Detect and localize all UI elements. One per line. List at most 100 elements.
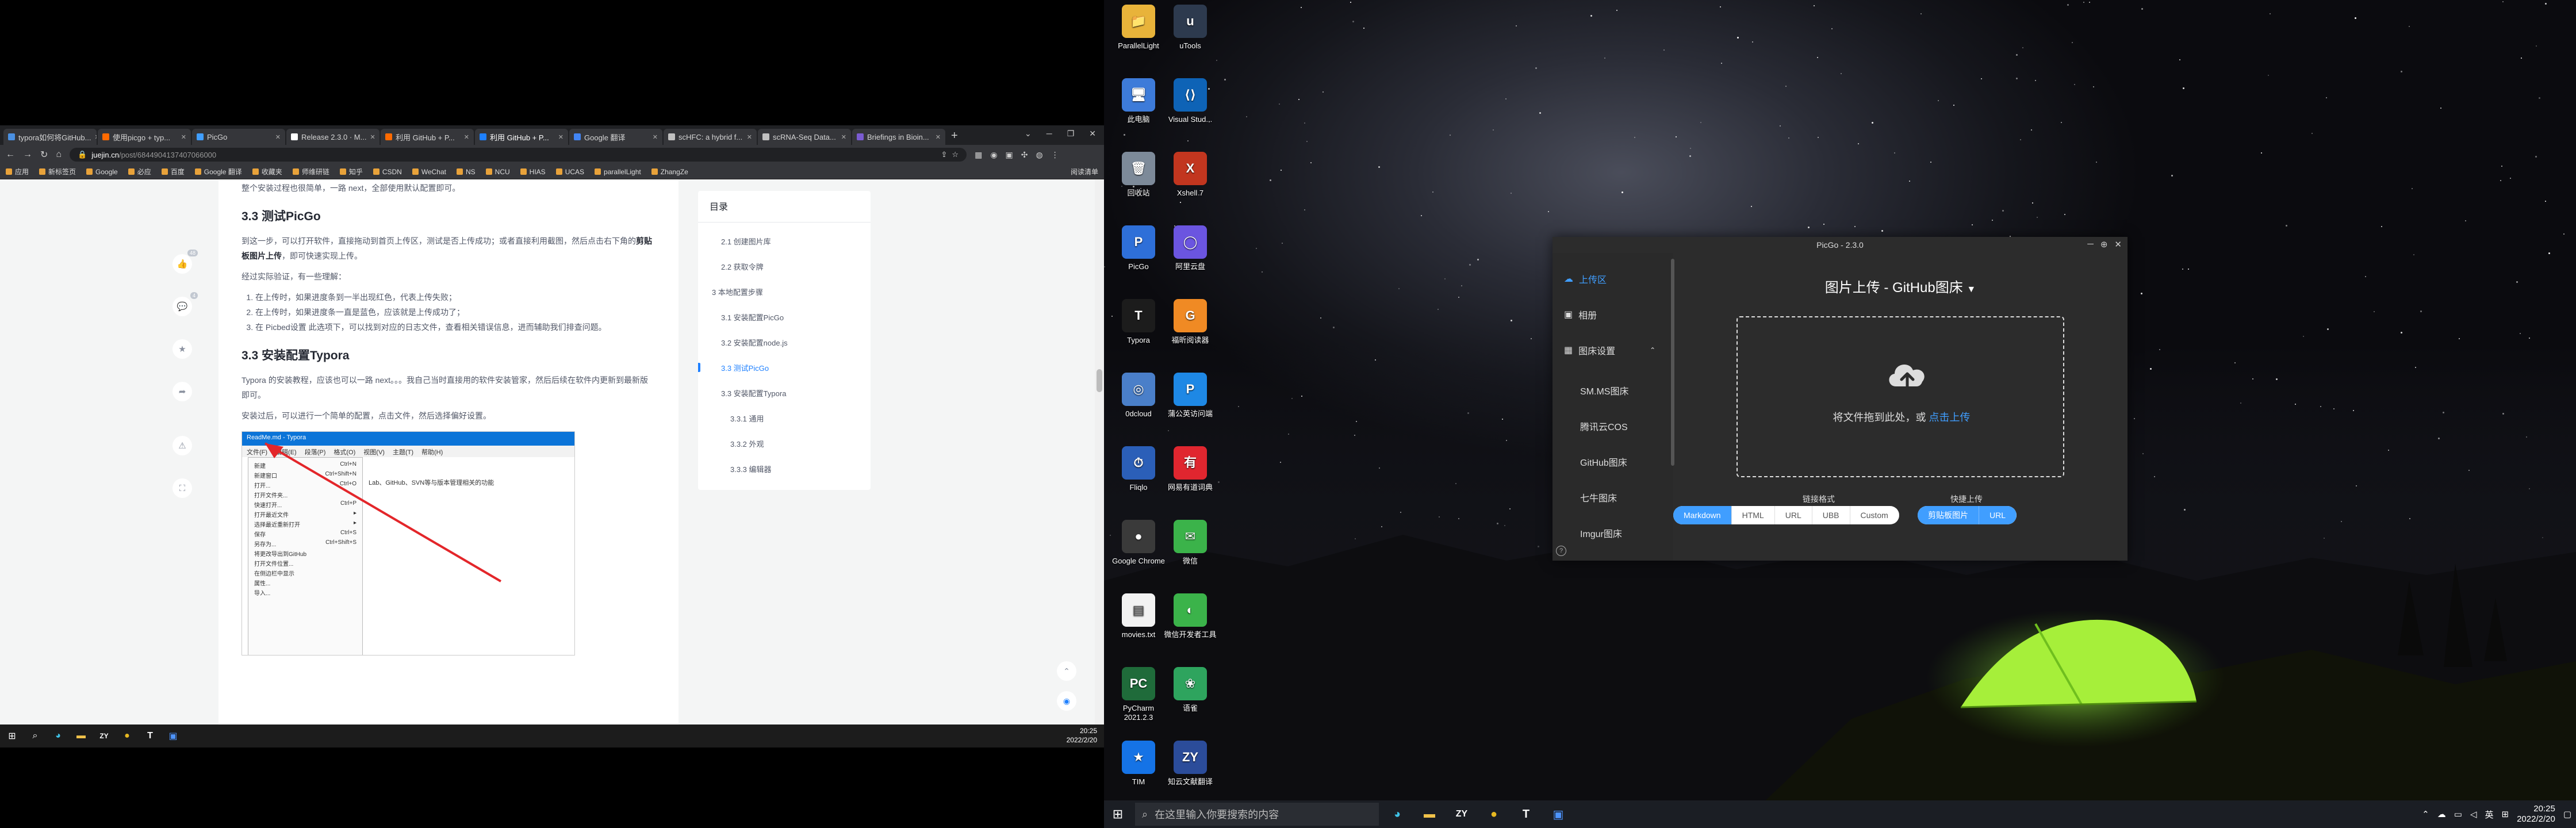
desktop-icon[interactable]: G 福昕阅读器 — [1163, 299, 1218, 345]
input-icon[interactable]: ⊞ — [2502, 809, 2509, 819]
bookmark-item[interactable]: 收藏夹 — [252, 167, 282, 177]
picgo-nav-item[interactable]: 腾讯云COS — [1580, 417, 1628, 435]
tab-close-icon[interactable]: ✕ — [181, 133, 186, 141]
format-option[interactable]: Markdown — [1673, 506, 1732, 524]
toc-item[interactable]: 3.3 测试PicGo — [698, 355, 871, 380]
bookmark-item[interactable]: 新标签页 — [39, 167, 76, 177]
browser-tab[interactable]: typora如何将GitHub...✕ — [3, 129, 97, 145]
search-icon[interactable]: ⌕ — [26, 727, 44, 745]
share-button[interactable]: ➦ — [172, 382, 192, 401]
bookmark-item[interactable]: Google 翻译 — [194, 167, 242, 177]
desktop-icon[interactable]: P 蒲公英访问端 — [1163, 373, 1218, 419]
scrollbar-thumb[interactable] — [1097, 369, 1102, 392]
reload-icon[interactable]: ↻ — [40, 149, 48, 160]
share-icon[interactable]: ⇪ — [941, 150, 948, 159]
back-icon[interactable]: ← — [6, 150, 15, 160]
home-icon[interactable]: ⌂ — [56, 150, 62, 160]
browser-tab[interactable]: PicGo ✕ — [192, 129, 285, 145]
picgo-nav-item[interactable]: GitHub图床 — [1580, 453, 1627, 470]
toc-item[interactable]: 3.2 安装配置node.js — [698, 329, 871, 355]
browser-tab[interactable]: 使用picgo + typ... ✕ — [98, 129, 191, 145]
comment-button[interactable]: 💬 4 — [172, 292, 198, 316]
start-button[interactable]: ⊞ — [1104, 800, 1132, 828]
minimize-icon[interactable]: ─ — [2087, 239, 2094, 250]
tab-close-icon[interactable]: ✕ — [841, 133, 846, 141]
desktop-icon[interactable]: T Typora — [1111, 299, 1166, 345]
bookmark-item[interactable]: HIAS — [520, 167, 546, 177]
desktop-icon[interactable]: ⟨⟩ Visual Stud... — [1163, 78, 1218, 124]
volume-icon[interactable]: ◁ — [2470, 809, 2477, 819]
picgo-nav-item[interactable]: ▦ 图床设置 ⌃ — [1564, 342, 1655, 359]
notification-icon[interactable]: ▢ — [2563, 809, 2571, 819]
cloud-tray-icon[interactable]: ☁ — [2437, 809, 2446, 819]
click-upload-link[interactable]: 点击上传 — [1929, 412, 1971, 423]
desktop-icon[interactable]: ZY 知云文献翻译 — [1163, 741, 1218, 787]
restore-icon[interactable]: ❐ — [1067, 129, 1075, 139]
desktop-icon[interactable]: ❀ 语雀 — [1163, 667, 1218, 713]
browser-tab[interactable]: 利用 GitHub + P... ✕ — [475, 129, 568, 145]
tab-close-icon[interactable]: ✕ — [653, 133, 658, 141]
typora-icon[interactable]: T — [1512, 800, 1540, 828]
like-button[interactable]: 👍 48 — [172, 250, 198, 274]
tray-chevron-icon[interactable]: ⌃ — [2422, 809, 2429, 819]
browser-tab[interactable]: Release 2.3.0 · M... ✕ — [286, 129, 379, 145]
desktop-icon[interactable]: 🖥 此电脑 — [1111, 78, 1166, 124]
picgo-nav-item[interactable]: 七牛图床 — [1580, 489, 1617, 506]
extension-icon[interactable]: ▦ — [975, 150, 982, 160]
bookmark-star-icon[interactable]: ☆ — [952, 150, 959, 159]
browser-tab[interactable]: Briefings in Bioin... ✕ — [852, 129, 945, 145]
toc-item[interactable]: 3.3.3 编辑器 — [698, 456, 871, 481]
edge-icon[interactable]: ◕ — [1383, 800, 1411, 828]
browser-tab[interactable]: 利用 GitHub + P... ✕ — [381, 129, 474, 145]
favorite-button[interactable]: ★ — [172, 339, 192, 359]
picgo-nav-item[interactable]: ▣ 相册 — [1564, 306, 1597, 323]
desktop-icon[interactable]: ✉ 微信 — [1163, 520, 1218, 566]
format-option[interactable]: Custom — [1850, 506, 1899, 524]
help-icon[interactable]: ? — [1556, 546, 1566, 556]
bookmark-item[interactable]: CSDN — [373, 167, 402, 177]
typora-icon[interactable]: T — [141, 727, 159, 745]
taskbar-search[interactable]: ⌕ 在这里输入你要搜索的内容 — [1135, 803, 1379, 826]
bookmark-item[interactable]: 百度 — [161, 167, 185, 177]
chrome-icon[interactable]: ● — [118, 727, 136, 745]
upload-heading[interactable]: 图片上传 - GitHub图床 ▼ — [1673, 276, 2128, 296]
new-tab-button[interactable]: + — [951, 129, 958, 143]
network-icon[interactable]: ▭ — [2454, 809, 2462, 819]
desktop-icon[interactable]: ◯ 阿里云盘 — [1163, 225, 1218, 271]
file-explorer-icon[interactable]: ▬ — [72, 727, 90, 745]
toc-item[interactable]: 3 本地配置步骤 — [698, 279, 871, 304]
bookmark-item[interactable]: Google — [86, 167, 118, 177]
bookmark-item[interactable]: NS — [457, 167, 476, 177]
desktop-icon[interactable]: u uTools — [1163, 5, 1218, 51]
page-scrollbar[interactable] — [1095, 179, 1104, 724]
quick-upload-button[interactable]: URL — [1979, 506, 2017, 524]
zhiyun-icon[interactable]: ZY — [95, 727, 113, 745]
browser-tab[interactable]: scRNA-Seq Data... ✕ — [758, 129, 851, 145]
bookmark-item[interactable]: parallelLight — [595, 167, 641, 177]
ime-indicator[interactable]: 英 — [2485, 808, 2493, 821]
close-icon[interactable]: ✕ — [1089, 129, 1096, 139]
desktop-icon[interactable]: X Xshell 7 — [1163, 152, 1218, 198]
file-explorer-icon[interactable]: ▬ — [1416, 800, 1443, 828]
bookmark-item[interactable]: 师维研链 — [292, 167, 329, 177]
desktop-icon[interactable]: 📁 ParallelLight — [1111, 5, 1166, 51]
desktop-icon[interactable]: PC PyCharm 2021.2.3 — [1111, 667, 1166, 722]
format-option[interactable]: HTML — [1732, 506, 1775, 524]
tab-close-icon[interactable]: ✕ — [94, 133, 97, 141]
tab-search-icon[interactable]: ⌄ — [1025, 129, 1032, 139]
forward-icon[interactable]: → — [23, 150, 32, 160]
bookmark-item[interactable]: NCU — [485, 167, 510, 177]
help-button[interactable]: ◉ — [1057, 691, 1076, 711]
edge-icon[interactable]: ◕ — [49, 727, 67, 745]
tab-close-icon[interactable]: ✕ — [747, 133, 752, 141]
tab-close-icon[interactable]: ✕ — [275, 133, 281, 141]
picgo-taskbar-icon[interactable]: ▣ — [1544, 800, 1572, 828]
bookmark-item[interactable]: WeChat — [412, 167, 446, 177]
start-button[interactable]: ⊞ — [3, 727, 21, 745]
tab-close-icon[interactable]: ✕ — [558, 133, 564, 141]
chrome-icon[interactable]: ● — [1480, 800, 1508, 828]
puzzle-icon[interactable]: ✣ — [1021, 150, 1028, 160]
desktop-icon[interactable]: 🗑 回收站 — [1111, 152, 1166, 198]
format-option[interactable]: URL — [1775, 506, 1812, 524]
caret-down-icon[interactable]: ▼ — [1966, 285, 1976, 294]
